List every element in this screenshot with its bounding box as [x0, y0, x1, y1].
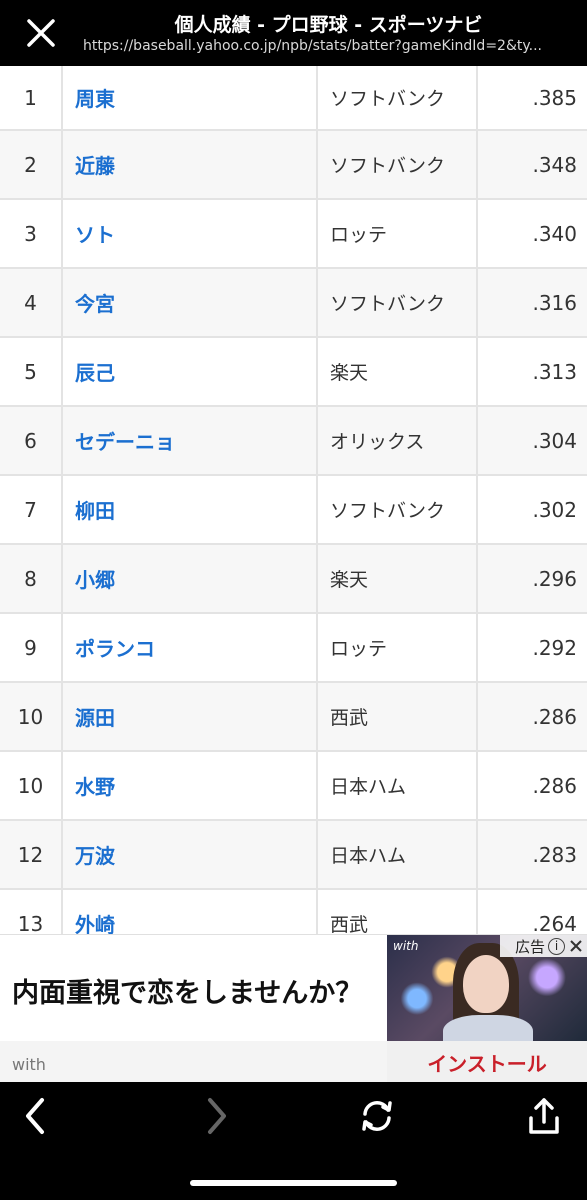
player-name-link[interactable]: ポランコ	[63, 614, 318, 681]
table-row[interactable]: 12 万波 日本ハム .283	[0, 821, 587, 890]
ad-image-face	[463, 955, 509, 1013]
player-name-link[interactable]: 源田	[63, 683, 318, 750]
install-button[interactable]: インストール	[387, 1041, 587, 1083]
rank-cell: 3	[0, 200, 63, 267]
batting-average-cell: .292	[532, 635, 577, 660]
rank-cell: 7	[0, 476, 63, 543]
batting-average-cell: .286	[532, 704, 577, 729]
rank-cell: 9	[0, 614, 63, 681]
team-cell: ロッテ	[318, 614, 478, 681]
page-title: 個人成績 - プロ野球 - スポーツナビ	[174, 14, 483, 36]
ad-image-brand: with	[393, 939, 419, 953]
player-name-link[interactable]: セデーニョ	[63, 407, 318, 474]
player-name-link[interactable]: 小郷	[63, 545, 318, 612]
player-name-link[interactable]: 辰己	[63, 338, 318, 405]
table-row[interactable]: 4 今宮 ソフトバンク .316	[0, 269, 587, 338]
chevron-left-icon	[26, 1098, 44, 1134]
rank-cell: 5	[0, 338, 63, 405]
table-row[interactable]: 10 水野 日本ハム .286	[0, 752, 587, 821]
rank-cell: 2	[0, 131, 63, 198]
team-cell: ソフトバンク	[318, 131, 478, 198]
batting-stats-table: 1 周東 ソフトバンク .385 2 近藤 ソフトバンク .348 3 ソト ロッテ .340 4 今宮ソ…	[0, 66, 587, 934]
batting-average-cell: .286	[532, 773, 577, 798]
share-icon	[529, 1098, 559, 1134]
batting-average-cell: .302	[532, 497, 577, 522]
rank-cell: 4	[0, 269, 63, 336]
rank-cell: 1	[0, 66, 63, 129]
browser-header: 個人成績 - プロ野球 - スポーツナビ https://baseball.ya…	[0, 0, 587, 66]
batting-average-cell: .348	[532, 152, 577, 177]
close-button[interactable]	[22, 14, 60, 52]
team-cell: 日本ハム	[318, 821, 478, 888]
rank-cell: 8	[0, 545, 63, 612]
team-cell: 日本ハム	[318, 752, 478, 819]
close-ad-icon[interactable]	[568, 938, 584, 954]
player-name-link[interactable]: 今宮	[63, 269, 318, 336]
back-button[interactable]	[13, 1094, 57, 1138]
reload-icon	[362, 1101, 392, 1131]
forward-button[interactable]	[195, 1094, 239, 1138]
team-cell: 西武	[318, 683, 478, 750]
player-name-link[interactable]: 周東	[63, 66, 318, 129]
close-icon	[27, 19, 55, 47]
team-cell: ソフトバンク	[318, 66, 478, 129]
table-row[interactable]: 10 源田 西武 .286	[0, 683, 587, 752]
rank-cell: 13	[0, 890, 63, 934]
team-cell: 楽天	[318, 545, 478, 612]
batting-average-cell: .316	[532, 290, 577, 315]
chevron-right-icon	[208, 1098, 226, 1134]
player-name-link[interactable]: 万波	[63, 821, 318, 888]
batting-average-cell: .264	[532, 911, 577, 935]
info-icon[interactable]: i	[548, 937, 565, 955]
batting-average-cell: .283	[532, 842, 577, 867]
batting-average-cell: .304	[532, 428, 577, 453]
batting-average-cell: .340	[532, 221, 577, 246]
team-cell: ロッテ	[318, 200, 478, 267]
team-cell: ソフトバンク	[318, 269, 478, 336]
ad-label: 広告	[514, 937, 545, 956]
ad-headline[interactable]: 内面重視で恋をしませんか？	[12, 971, 362, 1010]
ad-sponsor: with	[12, 1055, 46, 1074]
rank-cell: 12	[0, 821, 63, 888]
ad-badge[interactable]: 広告 i	[500, 935, 587, 957]
ad-banner[interactable]: 内面重視で恋をしませんか？ with 広告 i with インストール	[0, 934, 587, 1083]
page-url: https://baseball.yahoo.co.jp/npb/stats/b…	[83, 38, 542, 54]
table-row[interactable]: 2 近藤 ソフトバンク .348	[0, 131, 587, 200]
rank-cell: 6	[0, 407, 63, 474]
team-cell: 西武	[318, 890, 478, 934]
player-name-link[interactable]: 近藤	[63, 131, 318, 198]
table-row[interactable]: 6 セデーニョ オリックス .304	[0, 407, 587, 476]
batting-average-cell: .385	[532, 85, 577, 110]
table-row[interactable]: 5 辰己 楽天 .313	[0, 338, 587, 407]
home-indicator	[190, 1180, 397, 1186]
table-row[interactable]: 8 小郷 楽天 .296	[0, 545, 587, 614]
team-cell: 楽天	[318, 338, 478, 405]
reload-button[interactable]	[355, 1094, 399, 1138]
ad-image-body	[443, 1015, 533, 1041]
table-row[interactable]: 9 ポランコ ロッテ .292	[0, 614, 587, 683]
ad-footer	[0, 1041, 387, 1083]
batting-average-cell: .296	[532, 566, 577, 591]
player-name-link[interactable]: 柳田	[63, 476, 318, 543]
share-button[interactable]	[522, 1094, 566, 1138]
team-cell: ソフトバンク	[318, 476, 478, 543]
batting-average-cell: .313	[532, 359, 577, 384]
player-name-link[interactable]: 水野	[63, 752, 318, 819]
player-name-link[interactable]: 外崎	[63, 890, 318, 934]
table-row[interactable]: 3 ソト ロッテ .340	[0, 200, 587, 269]
table-row[interactable]: 7 柳田 ソフトバンク .302	[0, 476, 587, 545]
rank-cell: 10	[0, 683, 63, 750]
table-row[interactable]: 1 周東 ソフトバンク .385	[0, 66, 587, 131]
team-cell: オリックス	[318, 407, 478, 474]
player-name-link[interactable]: ソト	[63, 200, 318, 267]
table-row[interactable]: 13 外崎 西武 .264	[0, 890, 587, 934]
rank-cell: 10	[0, 752, 63, 819]
